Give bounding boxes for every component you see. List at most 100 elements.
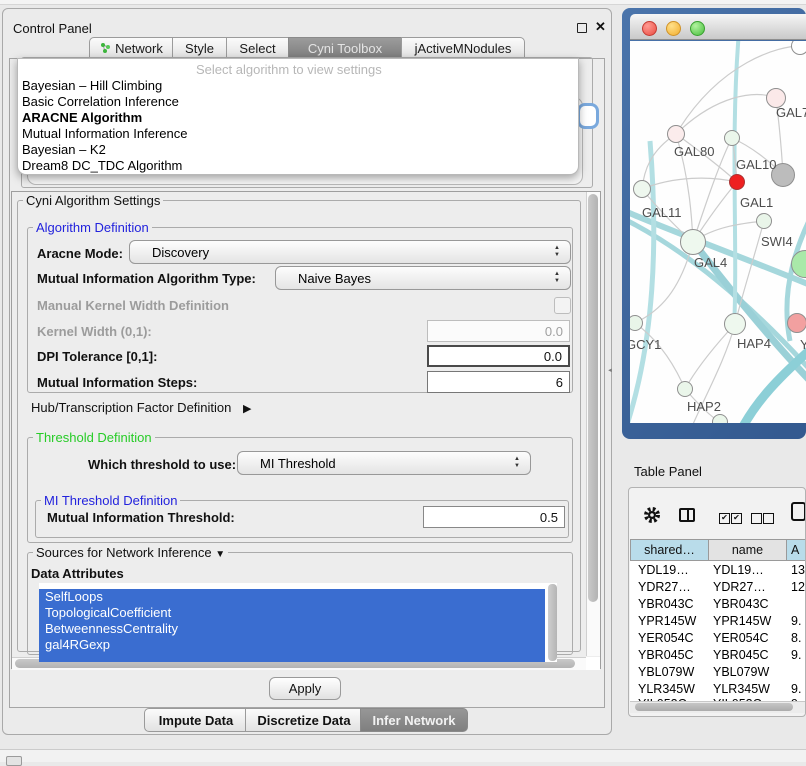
table-cell[interactable]: YPR145W: [638, 613, 696, 630]
table-cell[interactable]: 12: [791, 579, 805, 596]
table-cell[interactable]: YDR27…: [638, 579, 691, 596]
kernel-width-label: Kernel Width (0,1):: [37, 324, 152, 339]
tab-select[interactable]: Select: [226, 37, 289, 59]
network-node-salmon[interactable]: [787, 313, 806, 333]
manual-kernel-checkbox[interactable]: [554, 297, 571, 314]
network-window-titlebar[interactable]: [630, 14, 806, 40]
combo-stepper-icon: ▲▼: [554, 271, 560, 285]
table-cell[interactable]: YBR045C: [713, 647, 769, 664]
network-node-hap4[interactable]: [724, 313, 746, 335]
apply-button[interactable]: Apply: [269, 677, 341, 700]
vertical-scrollbar-thumb[interactable]: [588, 194, 598, 602]
list-item[interactable]: SelfLoops: [39, 589, 545, 605]
bottom-panel-strip: [0, 749, 806, 762]
minimize-window-icon[interactable]: [666, 21, 681, 36]
which-threshold-label: Which threshold to use:: [88, 457, 236, 472]
collapsed-panel-icon[interactable]: [6, 756, 22, 766]
tab-infer-network[interactable]: Infer Network: [360, 708, 468, 732]
network-node-gal4[interactable]: [680, 229, 706, 255]
close-window-icon[interactable]: [642, 21, 657, 36]
close-icon[interactable]: ✕: [595, 19, 606, 35]
mi-type-combo[interactable]: Naive Bayes ▲▼: [275, 266, 571, 290]
function-builder-icon[interactable]: [791, 502, 806, 521]
node-label: Y: [800, 337, 806, 352]
algo-item-dream8[interactable]: Dream8 DC_TDC Algorithm: [22, 158, 182, 174]
threshold-definition-title: Threshold Definition: [33, 430, 155, 445]
algo-item-bayesian-k2[interactable]: Bayesian – K2: [22, 142, 106, 158]
tab-style[interactable]: Style: [172, 37, 227, 59]
table-cell[interactable]: YBR043C: [713, 596, 769, 613]
deselect-all-icon[interactable]: [763, 513, 774, 524]
table-cell[interactable]: YBR045C: [638, 647, 694, 664]
algo-item-bayesian-hill[interactable]: Bayesian – Hill Climbing: [22, 78, 162, 94]
mi-threshold-field[interactable]: 0.5: [423, 506, 565, 528]
table-cell[interactable]: YPR145W: [713, 613, 771, 630]
network-view-window[interactable]: GAL7 GAL80 GAL10 GAL1 GAL11 SWI4 GAL4 GC…: [622, 8, 806, 439]
tab-impute-data[interactable]: Impute Data: [144, 708, 248, 732]
table-scrollbar-thumb[interactable]: [635, 703, 793, 711]
algo-item-basic-correlation[interactable]: Basic Correlation Inference: [22, 94, 179, 110]
table-cell[interactable]: YER054C: [713, 630, 769, 647]
tab-jactivemnodules-label: jActiveMNodules: [415, 41, 512, 56]
mi-steps-field[interactable]: 6: [427, 371, 570, 393]
node-label: GAL4: [694, 255, 727, 270]
select-all-icon[interactable]: ✔: [719, 513, 730, 524]
tab-discretize-data[interactable]: Discretize Data: [245, 708, 363, 732]
aracne-mode-combo[interactable]: Discovery ▲▼: [129, 240, 571, 264]
list-item[interactable]: [39, 653, 545, 662]
network-node-gal1[interactable]: [729, 174, 745, 190]
tab-network[interactable]: Network: [89, 37, 173, 59]
data-attributes-list[interactable]: SelfLoops TopologicalCoefficient Between…: [39, 583, 557, 662]
network-node[interactable]: [791, 41, 806, 55]
table-cell[interactable]: YBL079W: [713, 664, 769, 681]
table-cell[interactable]: 9.: [791, 647, 801, 664]
dpi-tolerance-field[interactable]: 0.0: [427, 345, 570, 367]
table-cell[interactable]: 8.: [791, 630, 801, 647]
algo-item-mutual-information[interactable]: Mutual Information Inference: [22, 126, 187, 142]
select-all-icon[interactable]: ✔: [731, 513, 742, 524]
column-header-partial[interactable]: A: [786, 539, 806, 561]
network-canvas[interactable]: GAL7 GAL80 GAL10 GAL1 GAL11 SWI4 GAL4 GC…: [630, 41, 806, 423]
network-tab-icon: [99, 42, 111, 54]
gear-icon[interactable]: [643, 506, 661, 524]
list-item[interactable]: TopologicalCoefficient: [39, 605, 545, 621]
network-node[interactable]: [712, 414, 728, 423]
table-cell[interactable]: YER054C: [638, 630, 694, 647]
mi-type-value: Naive Bayes: [298, 271, 371, 286]
network-node-gal11[interactable]: [633, 180, 651, 198]
table-cell[interactable]: YBL079W: [638, 664, 694, 681]
network-node-swi4[interactable]: [756, 213, 772, 229]
node-label: SWI4: [761, 234, 793, 249]
algorithm-prompt: Select algorithm to view settings: [196, 62, 382, 77]
network-node-gal10[interactable]: [724, 130, 740, 146]
network-node-hap2[interactable]: [677, 381, 693, 397]
which-threshold-combo[interactable]: MI Threshold ▲▼: [237, 451, 531, 475]
table-cell[interactable]: YDR27…: [713, 579, 766, 596]
kernel-width-field[interactable]: 0.0: [427, 320, 570, 342]
tab-jactivemnodules[interactable]: jActiveMNodules: [401, 37, 525, 59]
float-window-icon[interactable]: [577, 23, 587, 33]
sources-group-title[interactable]: Sources for Network Inference ▼: [33, 545, 228, 560]
table-cell[interactable]: YDL19…: [713, 562, 764, 579]
hub-definition-toggle[interactable]: Hub/Transcription Factor Definition ▶: [31, 400, 251, 415]
table-cell[interactable]: YBR043C: [638, 596, 694, 613]
table-cell[interactable]: 9.: [791, 613, 801, 630]
scrollbar-corner: [586, 657, 600, 670]
panel-splitter[interactable]: ◄: [607, 368, 612, 374]
zoom-window-icon[interactable]: [690, 21, 705, 36]
tab-cyni-toolbox[interactable]: Cyni Toolbox: [288, 37, 402, 59]
list-item[interactable]: gal4RGexp: [39, 637, 545, 653]
algo-item-aracne[interactable]: ARACNE Algorithm: [22, 110, 142, 126]
aracne-mode-label: Aracne Mode:: [37, 246, 123, 261]
control-panel-title: Control Panel: [13, 21, 92, 36]
table-cell[interactable]: 13: [791, 562, 805, 579]
column-header-name[interactable]: name: [708, 539, 787, 561]
deselect-all-icon[interactable]: [751, 513, 762, 524]
table-cell[interactable]: YDL19…: [638, 562, 689, 579]
network-node-gal80[interactable]: [667, 125, 685, 143]
show-columns-icon[interactable]: [679, 508, 695, 522]
mi-steps-label: Mutual Information Steps:: [37, 375, 197, 390]
list-item[interactable]: BetweennessCentrality: [39, 621, 545, 637]
column-header-shared[interactable]: shared…: [630, 539, 709, 561]
list-scrollbar-thumb[interactable]: [548, 584, 557, 661]
